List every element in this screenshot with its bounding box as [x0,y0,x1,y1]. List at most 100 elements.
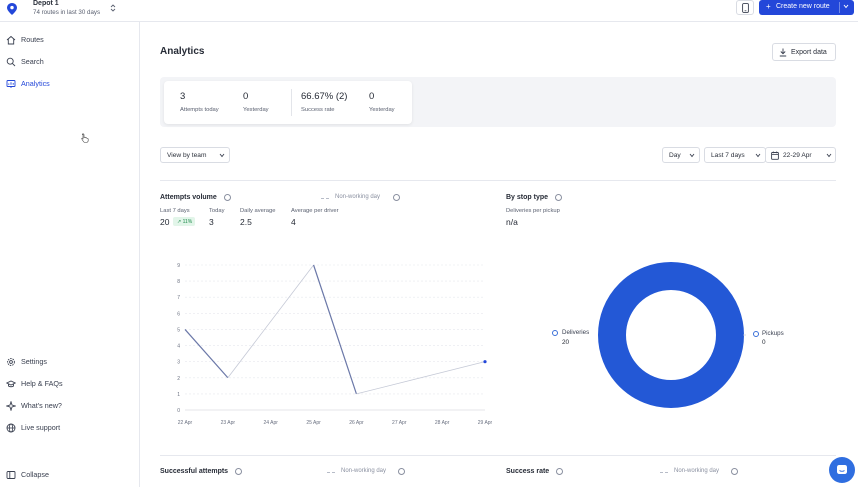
sidebar-collapse[interactable]: Collapse [6,468,134,482]
kpi-daily-average-value: 2.5 [240,217,252,227]
non-working-day-legend-line [327,472,335,473]
export-data-button[interactable]: Export data [772,43,836,61]
deliveries-per-pickup-value: n/a [506,217,518,227]
info-icon[interactable] [235,468,242,475]
info-icon[interactable] [224,194,231,201]
deliveries-per-pickup-label: Deliveries per pickup [506,208,560,214]
sidebar-item-label: Live support [21,423,61,432]
y-tick-label: 9 [177,263,180,269]
legend-marker-pickups [753,331,759,337]
date-picker[interactable]: 22-29 Apr [765,147,836,163]
info-icon[interactable] [398,468,405,475]
sidebar-item-live-support[interactable]: Live support [6,421,134,435]
legend-pickups-label: Pickups [762,330,784,337]
top-bar: Depot 1 74 routes in last 30 days + Crea… [0,0,858,22]
depot-name[interactable]: Depot 1 [33,0,59,7]
help-icon [6,380,16,388]
sidebar-item-label: Search [21,57,44,66]
stop-type-donut-chart [598,262,746,408]
download-icon [779,48,787,57]
chevron-down-icon [755,153,761,158]
sidebar-item-label: Settings [21,357,47,366]
non-working-day-legend-line [660,472,668,473]
collapse-label: Collapse [21,470,49,479]
attempts-today-label: Attempts today [180,107,219,113]
chevron-down-icon [689,153,695,158]
success-yesterday-label: Yesterday [369,107,395,113]
stats-divider [291,89,292,116]
sidebar-item-help[interactable]: Help & FAQs [6,377,134,391]
sidebar-item-search[interactable]: Search [6,55,134,69]
legend-pickups-value: 0 [762,339,766,346]
collapse-sidebar-icon [6,471,16,479]
y-tick-label: 8 [177,279,180,285]
search-icon [6,57,16,67]
map-pin-icon [7,3,17,15]
depot-routes-count: 74 routes in last 30 days [33,9,101,16]
analytics-icon [6,80,16,88]
chat-icon [837,465,847,474]
legend-marker-deliveries [552,330,558,336]
non-working-day-legend-line [321,198,329,199]
attempts-yesterday-label: Yesterday [243,107,269,113]
attempts-volume-title: Attempts volume [160,194,217,201]
chat-support-button[interactable] [829,457,855,483]
sidebar-item-analytics[interactable]: Analytics [6,77,134,91]
chevron-down-icon[interactable] [843,4,849,9]
legend-deliveries-label: Deliveries [562,329,590,336]
data-point [483,360,487,364]
chevron-updown-icon[interactable] [110,3,116,13]
x-tick-label: 23 Apr [221,420,236,426]
date-range-select[interactable]: Last 7 days [704,147,766,163]
non-working-day-legend: Non-working day [335,194,381,200]
date-range-value: Last 7 days [711,152,745,159]
sidebar-item-label: Help & FAQs [21,379,63,388]
attempts-yesterday-value: 0 [243,91,249,102]
view-by-label: View by team [167,152,207,159]
y-tick-label: 0 [177,408,180,414]
granularity-value: Day [669,152,681,159]
y-tick-label: 7 [177,295,180,301]
sidebar-item-settings[interactable]: Settings [6,355,134,369]
x-tick-label: 27 Apr [392,420,407,426]
info-icon[interactable] [393,194,400,201]
sidebar-item-label: Routes [21,35,44,44]
granularity-select[interactable]: Day [662,147,700,163]
kpi-average-per-driver-label: Average per driver [291,208,339,214]
home-icon [6,35,16,45]
date-picker-value: 22-29 Apr [783,152,812,159]
series-line-segment [184,329,229,379]
y-tick-label: 3 [177,360,180,366]
success-yesterday-value: 0 [369,91,375,102]
trend-badge-text: ↗ 11% [177,219,193,225]
mobile-app-button[interactable] [736,0,754,15]
y-tick-label: 2 [177,376,180,382]
phone-icon [742,3,749,13]
success-rate-label: Success rate [301,107,335,113]
successful-attempts-title: Successful attempts [160,468,229,475]
info-icon[interactable] [556,468,563,475]
y-tick-label: 5 [177,327,180,333]
kpi-average-per-driver-value: 4 [291,217,296,227]
x-tick-label: 26 Apr [349,420,364,426]
button-divider [839,2,840,13]
by-stop-type-title: By stop type [506,194,549,201]
non-working-day-legend: Non-working day [341,468,387,474]
info-icon[interactable] [731,468,738,475]
sidebar-item-label: Analytics [21,79,50,88]
gear-icon [7,358,15,366]
sidebar-item-whats-new[interactable]: What's new? [6,399,134,413]
globe-icon [6,423,16,433]
mouse-cursor-icon [81,133,89,143]
view-by-team-dropdown[interactable]: View by team [160,147,230,163]
sidebar-item-routes[interactable]: Routes [6,33,134,47]
success-rate-title: Success rate [506,468,550,475]
x-tick-label: 28 Apr [435,420,450,426]
info-icon[interactable] [555,194,562,201]
section-divider [160,455,836,456]
create-new-route-button[interactable]: + Create new route [759,0,854,15]
x-tick-label: 24 Apr [263,420,278,426]
y-tick-label: 1 [177,392,180,398]
kpi-daily-average-label: Daily average [240,208,276,214]
donut-slice-deliveries [598,262,744,408]
